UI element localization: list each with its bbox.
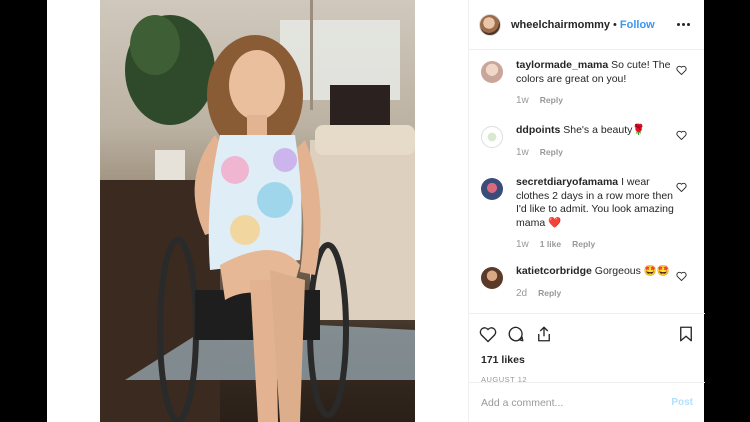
comment-like-heart-icon[interactable] <box>676 271 687 281</box>
reply-button[interactable]: Reply <box>572 239 595 250</box>
commenter-avatar[interactable] <box>481 126 503 148</box>
instagram-post-modal: wheelchairmommy • Follow taylormade_mama… <box>47 0 705 422</box>
likes-count[interactable]: 171 likes <box>469 354 705 366</box>
comment-text: katietcorbridge Gorgeous 🤩🤩 <box>516 265 676 279</box>
comment-like-heart-icon[interactable] <box>676 130 687 140</box>
comments-list[interactable]: taylormade_mama So cute! The colors are … <box>469 51 705 313</box>
photo-illustration <box>100 0 415 422</box>
commenter-avatar[interactable] <box>481 267 503 289</box>
comment-like-heart-icon[interactable] <box>676 65 687 75</box>
commenter-username[interactable]: ddpoints <box>516 124 560 136</box>
commenter-avatar[interactable] <box>481 178 503 200</box>
comment-message: She's a beauty🌹 <box>563 124 646 136</box>
follow-button[interactable]: Follow <box>620 19 655 31</box>
post-comment-button[interactable]: Post <box>671 397 693 408</box>
post-side-panel: wheelchairmommy • Follow taylormade_mama… <box>468 0 705 422</box>
comment-item: taylormade_mama So cute! The colors are … <box>481 59 699 106</box>
author-username[interactable]: wheelchairmommy <box>511 19 610 31</box>
comment-time[interactable]: 2d <box>516 288 527 299</box>
heart-icon[interactable] <box>479 325 497 343</box>
comment-time[interactable]: 1w <box>516 95 529 106</box>
author-avatar[interactable] <box>479 13 501 36</box>
comment-text: ddpoints She's a beauty🌹 <box>516 124 676 138</box>
comment-composer: Post <box>469 382 705 422</box>
comment-like-heart-icon[interactable] <box>676 182 687 192</box>
comment-item: ddpoints She's a beauty🌹 1w Reply <box>481 124 699 158</box>
photo-area <box>47 0 468 422</box>
comment-likes-count[interactable]: 1 like <box>540 239 561 250</box>
comment-message: Gorgeous 🤩🤩 <box>594 265 670 277</box>
comment-input[interactable] <box>481 396 672 409</box>
reply-button[interactable]: Reply <box>540 147 563 158</box>
comment-icon[interactable] <box>507 325 525 343</box>
header-separator: • <box>613 18 617 31</box>
commenter-username[interactable]: katietcorbridge <box>516 265 592 277</box>
reply-button[interactable]: Reply <box>540 95 563 106</box>
bookmark-icon[interactable] <box>677 325 695 343</box>
comment-item: katietcorbridge Gorgeous 🤩🤩 2d Reply <box>481 265 699 299</box>
comment-text: secretdiaryofamama I wear clothes 2 days… <box>516 176 676 230</box>
comment-time[interactable]: 1w <box>516 239 529 250</box>
commenter-username[interactable]: taylormade_mama <box>516 59 608 71</box>
commenter-username[interactable]: secretdiaryofamama <box>516 176 618 188</box>
reply-button[interactable]: Reply <box>538 288 561 299</box>
post-header: wheelchairmommy • Follow <box>469 0 704 50</box>
more-options-icon[interactable] <box>673 19 694 30</box>
comment-item: secretdiaryofamama I wear clothes 2 days… <box>481 176 699 250</box>
commenter-avatar[interactable] <box>481 61 503 83</box>
comment-time[interactable]: 1w <box>516 147 529 158</box>
share-icon[interactable] <box>535 325 553 343</box>
post-photo[interactable] <box>100 0 415 422</box>
comment-text: taylormade_mama So cute! The colors are … <box>516 59 676 86</box>
post-actions: 171 likes AUGUST 12 <box>469 313 705 384</box>
